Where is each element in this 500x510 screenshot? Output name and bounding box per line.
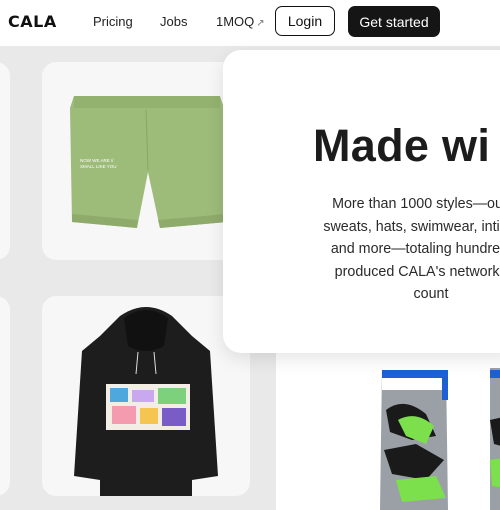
cala-logo[interactable]: CALA — [8, 12, 57, 31]
socks-image — [380, 368, 500, 510]
hero-description-line: and more—totaling hundreds of — [330, 241, 500, 257]
product-card-shorts[interactable]: NOW WE ARE // SMALL LIKE YOU — [42, 62, 250, 260]
product-card-socks[interactable] — [276, 340, 500, 510]
svg-text:NOW WE ARE //: NOW WE ARE // — [80, 158, 114, 163]
hero-description-line: sweats, hats, swimwear, intimates — [323, 218, 500, 235]
product-card-hoodie[interactable] — [42, 296, 250, 496]
green-shorts-image: NOW WE ARE // SMALL LIKE YOU — [70, 96, 227, 228]
arrow-up-right-icon: ↗ — [256, 18, 265, 29]
nav-link-jobs[interactable]: Jobs — [160, 14, 187, 29]
hero-description-line: produced CALA's network of 3 — [334, 263, 500, 280]
product-card-partial[interactable] — [0, 296, 10, 496]
hero-title: Made wi — [313, 120, 491, 171]
get-started-button[interactable]: Get started — [348, 6, 440, 37]
nav-link-pricing[interactable]: Pricing — [93, 14, 133, 29]
product-card-partial[interactable] — [0, 62, 10, 260]
svg-text:SMALL LIKE YOU: SMALL LIKE YOU — [80, 164, 117, 169]
login-button[interactable]: Login — [275, 6, 335, 36]
hero-description-line: More than 1000 styles—outerw — [332, 196, 500, 212]
hero-description: More than 1000 styles—outerw sweats, hat… — [281, 193, 500, 306]
top-navigation-bar: CALA Pricing Jobs 1MOQ ↗ Login Get starte… — [0, 0, 500, 46]
hero-description-line: count — [413, 286, 449, 302]
nav-link-1moq-label: 1MOQ — [216, 14, 255, 29]
hero-panel: Made wi More than 1000 styles—outerw swe… — [223, 50, 500, 353]
nav-link-1moq[interactable]: 1MOQ ↗ — [216, 14, 265, 29]
black-hoodie-image — [74, 307, 218, 496]
